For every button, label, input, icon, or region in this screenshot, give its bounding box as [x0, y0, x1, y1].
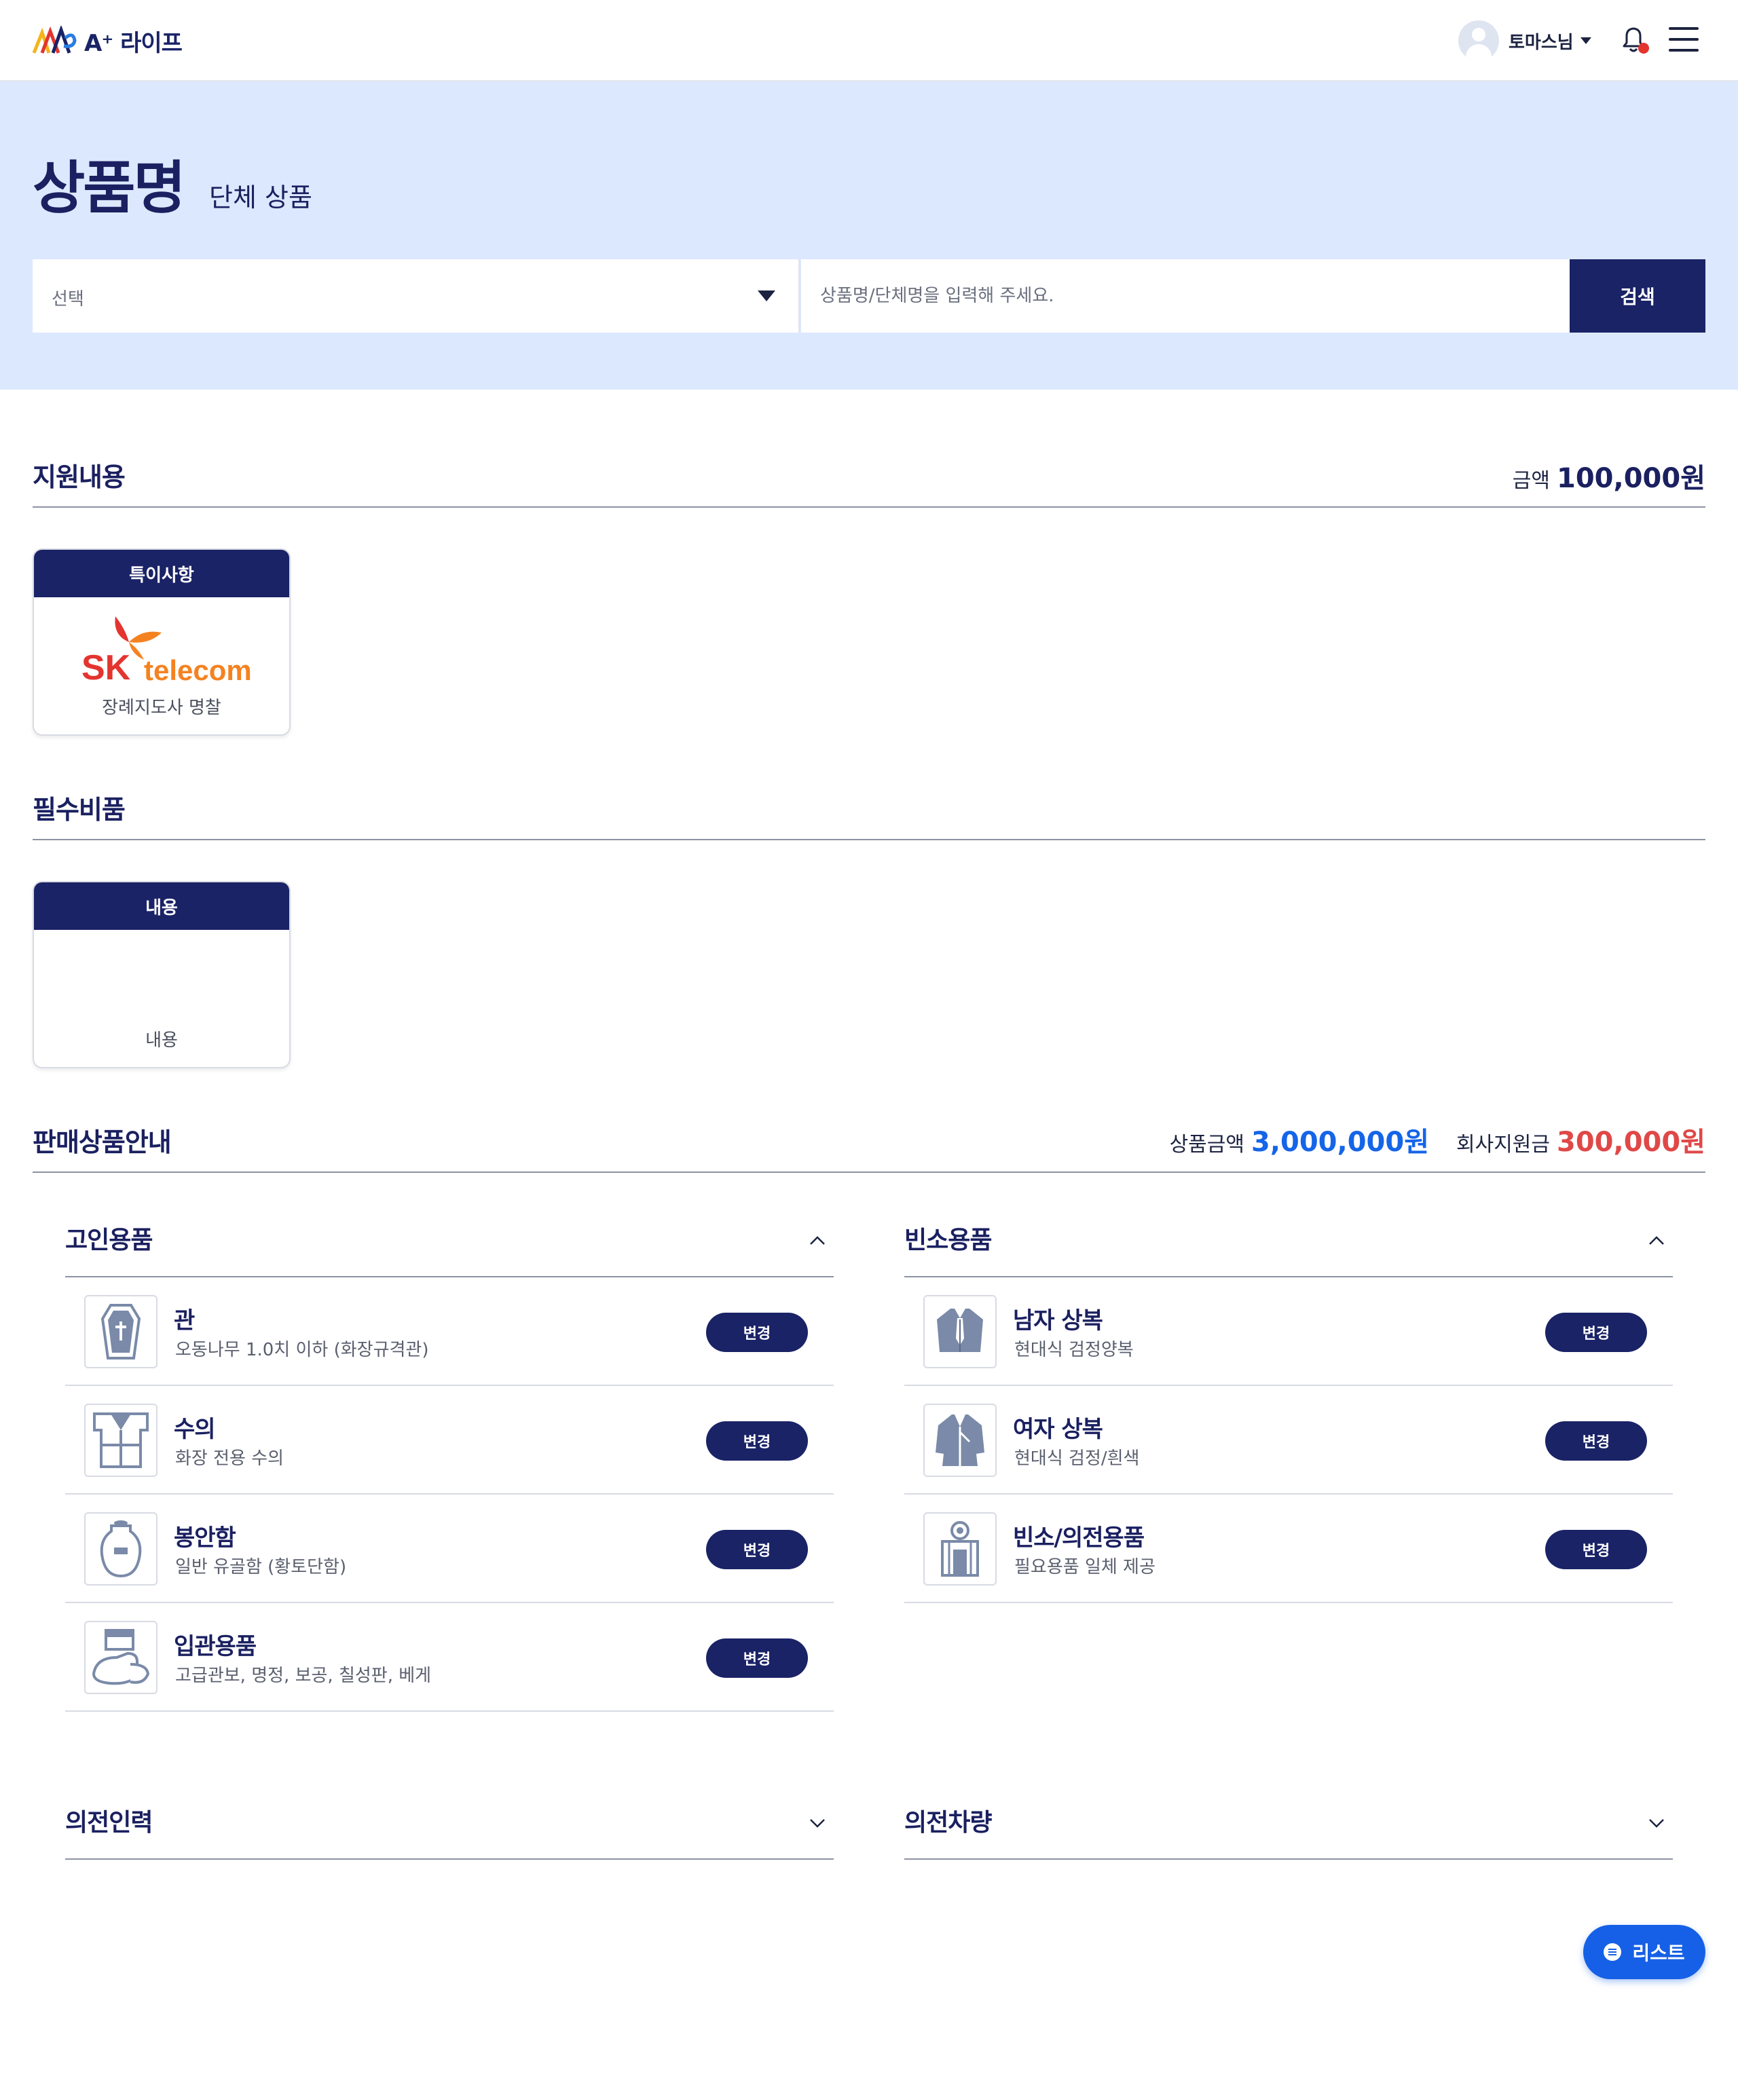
- category-select[interactable]: 선택: [33, 259, 800, 333]
- search-input[interactable]: [801, 259, 1570, 333]
- page-subtitle: 단체 상품: [209, 183, 312, 212]
- panel-title: 의전차량: [904, 1809, 992, 1837]
- amount-label: 금액: [1512, 469, 1550, 493]
- list-item: 수의 화장 전용 수의 변경: [65, 1386, 834, 1495]
- item-desc: 현대식 검정양복: [1014, 1340, 1134, 1360]
- panel-title: 의전인력: [65, 1809, 153, 1837]
- item-desc: 현대식 검정/흰색: [1014, 1448, 1140, 1469]
- support-amount: 금액 100,000원: [1513, 456, 1705, 495]
- list-item: 여자 상복 현대식 검정/흰색 변경: [904, 1386, 1673, 1495]
- change-button[interactable]: 변경: [706, 1530, 808, 1569]
- mens-suit-icon: [923, 1295, 997, 1368]
- company-support-label: 회사지원금: [1456, 1133, 1550, 1157]
- chevron-down-icon[interactable]: [809, 1815, 826, 1831]
- select-value: 선택: [52, 289, 84, 310]
- item-name: 남자 상복: [1013, 1307, 1103, 1334]
- list-item: 입관용품 고급관보, 명정, 보공, 칠성판, 베게 변경: [65, 1603, 834, 1712]
- sk-telecom-logo: SK telecom: [81, 615, 258, 690]
- list-icon: [1604, 1943, 1622, 1961]
- chevron-down-icon: [1580, 37, 1591, 44]
- shroud-icon: [84, 1404, 158, 1477]
- ceremony-staff-header[interactable]: 의전인력: [65, 1789, 834, 1860]
- logo-telecom-text: telecom: [144, 654, 252, 686]
- change-button[interactable]: 변경: [706, 1638, 808, 1678]
- item-desc: 오동나무 1.0치 이하 (화장규격관): [175, 1340, 429, 1360]
- panel-title: 빈소용품: [904, 1226, 992, 1254]
- change-button[interactable]: 변경: [1545, 1313, 1647, 1352]
- ceremony-vehicle-panel: 의전차량: [904, 1789, 1673, 1860]
- card-caption: 내용: [145, 1030, 178, 1051]
- logo-sk-text: SK: [81, 648, 131, 688]
- list-item: 관 오동나무 1.0치 이하 (화장규격관) 변경: [65, 1277, 834, 1386]
- search-button[interactable]: 검색: [1570, 259, 1705, 333]
- mourning-items-panel: 빈소용품 남자 상복 현대식 검정양복 변경 여자 상복 현대식 검정/흰색 변…: [904, 1207, 1673, 1603]
- ceremony-vehicle-header[interactable]: 의전차량: [904, 1789, 1673, 1860]
- item-desc: 화장 전용 수의: [175, 1448, 284, 1469]
- divider: [33, 839, 1705, 840]
- list-item: 봉안함 일반 유골함 (황토단함) 변경: [65, 1495, 834, 1603]
- change-button[interactable]: 변경: [706, 1421, 808, 1461]
- top-header: A⁺ 라이프 토마스님: [0, 0, 1738, 81]
- divider: [33, 506, 1705, 508]
- essentials-card[interactable]: 내용 내용: [33, 881, 291, 1068]
- special-notes-card[interactable]: 특이사항 SK telecom 장례지도사 명찰: [33, 548, 291, 736]
- divider: [33, 1171, 1705, 1173]
- chevron-up-icon[interactable]: [809, 1233, 826, 1249]
- sales-amounts: 상품금액 3,000,000원 회사지원금 300,000원: [1170, 1120, 1705, 1159]
- user-menu[interactable]: 토마스님: [1458, 19, 1591, 62]
- list-button[interactable]: 리스트: [1583, 1925, 1705, 1979]
- item-desc: 일반 유골함 (황토단함): [175, 1557, 347, 1577]
- list-item: 빈소/의전용품 필요용품 일체 제공 변경: [904, 1495, 1673, 1603]
- sales-section-title: 판매상품안내: [33, 1127, 172, 1157]
- card-caption: 장례지도사 명찰: [102, 698, 221, 718]
- item-name: 여자 상복: [1013, 1416, 1103, 1443]
- urn-icon: [84, 1512, 158, 1586]
- logo-text: A⁺ 라이프: [84, 29, 183, 57]
- item-desc: 필요용품 일체 제공: [1014, 1557, 1155, 1577]
- change-button[interactable]: 변경: [1545, 1530, 1647, 1569]
- womens-hanbok-icon: [923, 1404, 997, 1477]
- mourning-items-header[interactable]: 빈소용품: [904, 1207, 1673, 1277]
- page-title: 상품명: [33, 155, 186, 221]
- dropdown-caret-icon: [758, 290, 775, 301]
- product-amount-value: 3,000,000원: [1251, 1127, 1429, 1158]
- avatar: [1458, 20, 1499, 61]
- item-name: 빈소/의전용품: [1013, 1524, 1145, 1552]
- change-button[interactable]: 변경: [1545, 1421, 1647, 1461]
- change-button[interactable]: 변경: [706, 1313, 808, 1352]
- product-amount-label: 상품금액: [1169, 1133, 1244, 1157]
- support-section-title: 지원내용: [33, 462, 126, 492]
- essentials-section-title: 필수비품: [33, 795, 126, 825]
- bell-icon[interactable]: [1616, 22, 1651, 57]
- logo-mark-icon: [33, 26, 77, 54]
- user-name: 토마스님: [1509, 32, 1574, 53]
- list-button-label: 리스트: [1632, 1942, 1685, 1964]
- item-name: 관: [174, 1307, 195, 1334]
- brand-logo[interactable]: A⁺ 라이프: [33, 20, 183, 61]
- amount-value: 100,000원: [1557, 463, 1705, 494]
- casket-supplies-icon: [84, 1621, 158, 1694]
- item-name: 입관용품: [174, 1633, 257, 1660]
- deceased-items-header[interactable]: 고인용품: [65, 1207, 834, 1277]
- item-name: 수의: [174, 1416, 216, 1443]
- chevron-up-icon[interactable]: [1648, 1233, 1665, 1249]
- item-name: 봉안함: [174, 1524, 236, 1552]
- coffin-icon: [84, 1295, 158, 1368]
- company-support-value: 300,000원: [1557, 1127, 1705, 1158]
- card-header: 내용: [34, 882, 289, 930]
- panel-title: 고인용품: [65, 1226, 153, 1254]
- chevron-down-icon[interactable]: [1648, 1815, 1665, 1831]
- altar-icon: [923, 1512, 997, 1586]
- search-hero: 상품명 단체 상품 선택 검색: [0, 81, 1738, 390]
- item-desc: 고급관보, 명정, 보공, 칠성판, 베게: [175, 1666, 432, 1686]
- ceremony-staff-panel: 의전인력: [65, 1789, 834, 1860]
- hamburger-menu-icon[interactable]: [1669, 27, 1699, 52]
- deceased-items-panel: 고인용품 관 오동나무 1.0치 이하 (화장규격관) 변경 수의 화장 전용 …: [65, 1207, 834, 1712]
- list-item: 남자 상복 현대식 검정양복 변경: [904, 1277, 1673, 1386]
- card-header: 특이사항: [34, 550, 289, 597]
